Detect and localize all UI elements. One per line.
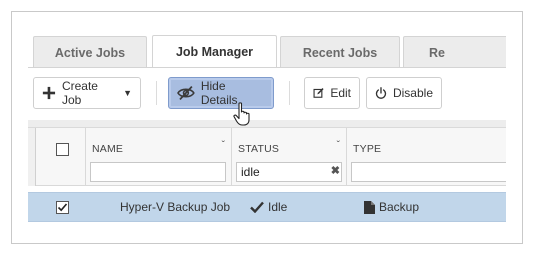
toolbar: Create Job ▼ Hide Details Edit Disable <box>28 75 506 111</box>
checkmark-icon <box>57 203 68 212</box>
toolbar-separator <box>289 81 290 105</box>
grid-group-strip <box>28 120 506 128</box>
column-status[interactable]: STATUS ˇ idle ✖ <box>232 128 347 186</box>
grid-header: NAME ˇ STATUS ˇ idle ✖ TYPE <box>28 128 506 186</box>
select-all-checkbox[interactable] <box>56 143 69 156</box>
column-header-label: NAME <box>92 143 124 155</box>
chevron-down-icon: ▼ <box>123 88 132 98</box>
tab-recent-jobs[interactable]: Recent Jobs <box>280 36 400 68</box>
tab-label: Job Manager <box>175 45 254 59</box>
disable-label: Disable <box>392 86 433 100</box>
tab-label: Re <box>429 45 445 60</box>
create-job-button[interactable]: Create Job ▼ <box>33 77 141 109</box>
name-filter-input[interactable] <box>90 162 226 182</box>
clear-filter-icon[interactable]: ✖ <box>331 164 340 177</box>
job-status-label: Idle <box>268 200 288 214</box>
backup-file-icon <box>364 200 375 214</box>
sort-icon[interactable]: ˇ <box>222 140 225 151</box>
hide-details-button[interactable]: Hide Details <box>168 77 274 109</box>
eye-slash-icon <box>177 85 195 101</box>
table-row[interactable]: Hyper-V Backup Job Idle Backup <box>28 192 506 222</box>
tab-label: Recent Jobs <box>302 45 378 60</box>
power-icon <box>375 87 387 99</box>
column-header-label: TYPE <box>353 143 382 155</box>
column-header-label: STATUS <box>238 143 280 155</box>
tab-label: Active Jobs <box>54 45 126 60</box>
row-handle-column <box>28 128 36 186</box>
column-type[interactable]: TYPE <box>347 128 506 186</box>
type-filter-input[interactable] <box>351 162 506 182</box>
tab-divider <box>28 67 506 68</box>
create-job-label: Create Job <box>61 79 98 107</box>
plus-icon <box>42 86 56 100</box>
job-manager-view: Active Jobs Job Manager Recent Jobs Re C… <box>28 34 506 226</box>
tab-active-jobs[interactable]: Active Jobs <box>33 36 147 68</box>
sort-icon[interactable]: ˇ <box>337 140 340 151</box>
checkmark-icon <box>250 201 264 213</box>
column-name[interactable]: NAME ˇ <box>86 128 232 186</box>
tab-job-manager[interactable]: Job Manager <box>152 35 277 68</box>
tab-more[interactable]: Re <box>403 36 506 68</box>
edit-button[interactable]: Edit <box>304 77 360 109</box>
job-type-label: Backup <box>379 200 420 214</box>
tab-bar: Active Jobs Job Manager Recent Jobs Re <box>28 34 506 68</box>
edit-icon <box>313 88 324 98</box>
edit-label: Edit <box>330 86 351 100</box>
status-filter-input[interactable]: idle <box>236 162 342 182</box>
job-name-cell: Hyper-V Backup Job <box>120 200 231 214</box>
job-type-cell: Backup <box>364 200 419 214</box>
row-checkbox[interactable] <box>56 201 69 214</box>
job-status-cell: Idle <box>250 200 287 214</box>
toolbar-separator <box>156 81 157 105</box>
hand-pointer-icon <box>233 102 250 126</box>
disable-button[interactable]: Disable <box>366 77 442 109</box>
select-all-column <box>36 128 86 186</box>
